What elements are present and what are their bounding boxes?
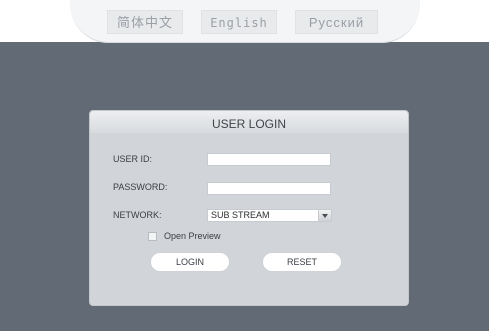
login-dialog: USER LOGIN USER ID: PASSWORD: NETWORK: S… [89, 110, 409, 306]
language-tab-english[interactable]: English [201, 10, 277, 34]
language-tab-russian[interactable]: Русский [295, 10, 378, 34]
network-select[interactable]: SUB STREAM [207, 209, 332, 222]
password-label: PASSWORD: [113, 182, 168, 192]
network-label: NETWORK: [113, 210, 162, 220]
user-id-input[interactable] [207, 153, 331, 166]
reset-button[interactable]: RESET [262, 252, 342, 272]
chevron-down-icon[interactable] [318, 210, 331, 221]
password-input[interactable] [207, 182, 331, 195]
user-id-label: USER ID: [113, 154, 153, 164]
network-select-value: SUB STREAM [211, 210, 270, 220]
login-button[interactable]: LOGIN [150, 252, 230, 272]
language-tab-chinese[interactable]: 简体中文 [107, 10, 183, 34]
open-preview-label: Open Preview [164, 231, 221, 241]
open-preview-checkbox[interactable] [148, 232, 157, 241]
login-dialog-title: USER LOGIN [90, 111, 408, 133]
